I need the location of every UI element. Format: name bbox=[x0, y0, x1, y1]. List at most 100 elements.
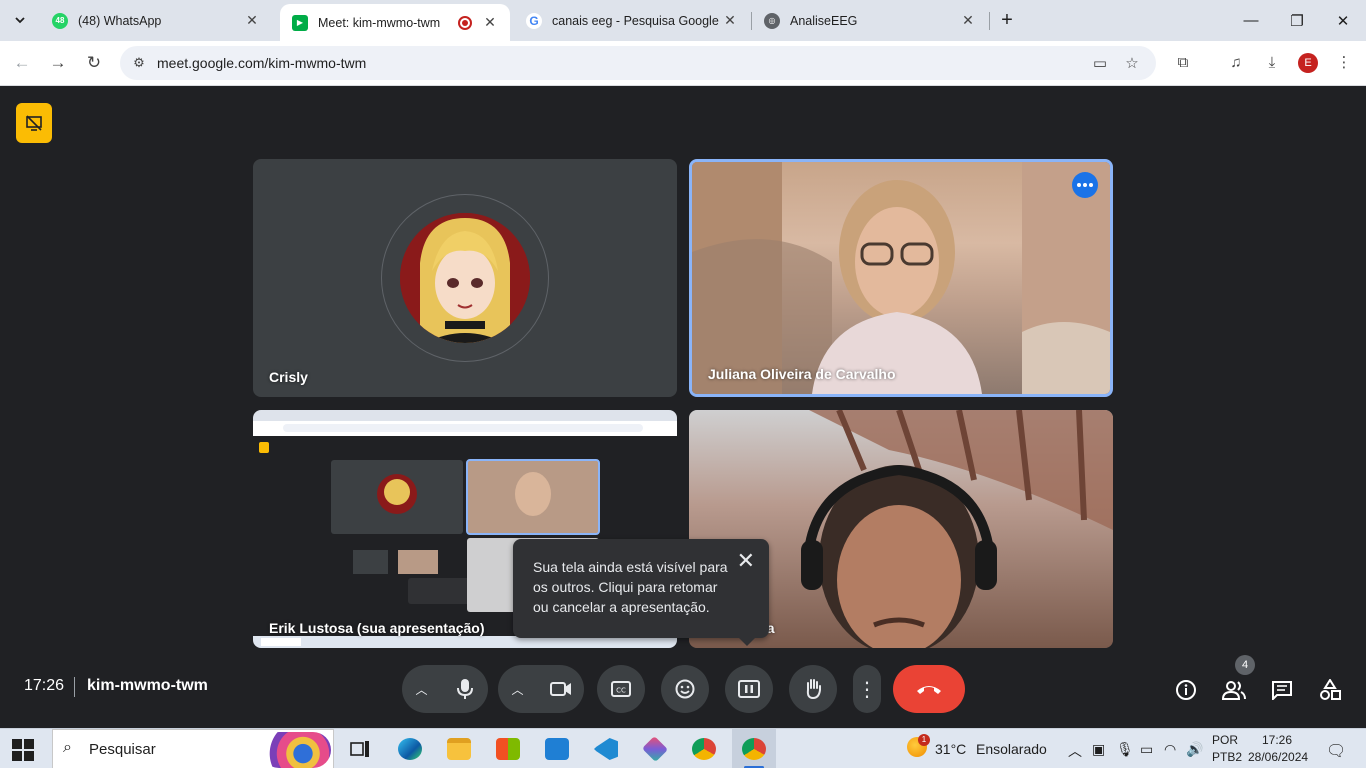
participant-name: Erik Lustosa (sua apresentação) bbox=[269, 620, 485, 636]
chrome-active-icon[interactable] bbox=[738, 733, 770, 765]
file-explorer-icon[interactable] bbox=[443, 733, 475, 765]
participant-count-badge: 4 bbox=[1235, 655, 1255, 675]
tab-meet[interactable]: ▶ Meet: kim-mwmo-twm ✕ bbox=[280, 4, 510, 41]
close-tab-icon[interactable]: ✕ bbox=[722, 12, 738, 29]
microsoft-store-icon[interactable] bbox=[492, 733, 524, 765]
tab-title: (48) WhatsApp bbox=[78, 13, 162, 28]
close-window-button[interactable]: ✕ bbox=[1320, 0, 1366, 41]
people-button[interactable] bbox=[1221, 677, 1247, 703]
wifi-icon[interactable]: ◠ bbox=[1164, 741, 1176, 758]
activities-button[interactable] bbox=[1317, 677, 1343, 703]
globe-icon: ◎ bbox=[764, 12, 780, 29]
battery-icon[interactable]: ▭ bbox=[1140, 741, 1153, 758]
start-button[interactable] bbox=[12, 739, 34, 761]
emoji-icon bbox=[675, 679, 695, 699]
leave-call-button[interactable] bbox=[893, 665, 965, 713]
media-control-icon[interactable]: ♫ bbox=[1225, 52, 1247, 74]
menu-kebab-icon[interactable]: ⋮ bbox=[1333, 52, 1355, 74]
close-tab-icon[interactable]: ✕ bbox=[960, 12, 976, 29]
raise-hand-button[interactable] bbox=[789, 665, 837, 713]
vscode-icon[interactable] bbox=[590, 733, 622, 765]
participant-name: Crisly bbox=[269, 369, 308, 385]
profile-avatar[interactable]: E bbox=[1298, 53, 1318, 73]
camera-button[interactable] bbox=[537, 665, 584, 713]
weather-desc[interactable]: Ensolarado bbox=[976, 741, 1047, 757]
task-view-icon[interactable] bbox=[344, 733, 376, 765]
reactions-button[interactable] bbox=[661, 665, 709, 713]
avatar bbox=[400, 213, 530, 343]
url-text[interactable]: meet.google.com/kim-mwmo-twm bbox=[157, 55, 366, 71]
notification-icon[interactable]: 🗨 bbox=[1326, 741, 1346, 761]
task-view-glyph bbox=[350, 741, 369, 757]
keyboard-layout[interactable]: PTB2 bbox=[1212, 750, 1242, 764]
tab-title: AnaliseEEG bbox=[790, 13, 858, 28]
git-app-icon[interactable] bbox=[639, 733, 671, 765]
camera-in-use-icon[interactable]: ▭ bbox=[1090, 54, 1110, 74]
close-tab-icon[interactable]: ✕ bbox=[244, 12, 260, 29]
meeting-details-icon[interactable] bbox=[1173, 677, 1199, 703]
address-bar[interactable]: ⚙ meet.google.com/kim-mwmo-twm ▭ ☆ bbox=[120, 46, 1156, 80]
hand-icon bbox=[806, 679, 821, 700]
weather-temp[interactable]: 31°C bbox=[935, 741, 966, 757]
extensions-icon[interactable]: ⧉ bbox=[1172, 52, 1194, 74]
kebab-icon: ⋮ bbox=[857, 678, 877, 701]
people-icon bbox=[1222, 681, 1246, 700]
restore-button[interactable]: ❐ bbox=[1274, 0, 1320, 41]
meet-stage: Crisly Juliana Oliveira de Carvalho Erik… bbox=[0, 87, 1366, 727]
closed-captions-icon: CC bbox=[611, 681, 631, 697]
chevron-down-icon bbox=[15, 17, 25, 24]
windows-taskbar: ⌕ Pesquisar 1 31°C Ensolarado ︿ ▣ 🎙 ▭ ◠ … bbox=[0, 728, 1366, 768]
participant-video bbox=[692, 162, 1110, 394]
more-options-button[interactable]: ⋮ bbox=[853, 665, 881, 713]
audio-options-chevron-icon[interactable]: ︿ bbox=[402, 681, 441, 698]
taskbar-time[interactable]: 17:26 bbox=[1262, 733, 1292, 747]
edge-icon[interactable] bbox=[394, 733, 426, 765]
tab-search-button[interactable] bbox=[8, 8, 32, 32]
back-button[interactable]: ← bbox=[9, 50, 35, 76]
captions-button[interactable]: CC bbox=[597, 665, 645, 713]
toast-message: Sua tela ainda está visível para os outr… bbox=[533, 559, 728, 615]
microphone-in-use-icon[interactable]: 🎙 bbox=[1116, 741, 1134, 758]
site-settings-icon[interactable]: ⚙ bbox=[130, 54, 148, 72]
shapes-icon bbox=[1320, 679, 1341, 700]
taskbar-search[interactable]: ⌕ Pesquisar bbox=[52, 729, 334, 768]
participant-tile-crisly[interactable]: Crisly bbox=[253, 159, 677, 397]
camera-control: ︿ bbox=[498, 665, 584, 713]
taskbar-date[interactable]: 28/06/2024 bbox=[1248, 750, 1308, 764]
minimize-button[interactable]: — bbox=[1228, 0, 1274, 41]
meeting-code: kim-mwmo-twm bbox=[87, 677, 208, 694]
chat-button[interactable] bbox=[1269, 677, 1295, 703]
reload-button[interactable]: ↻ bbox=[81, 50, 107, 76]
search-icon: ⌕ bbox=[63, 739, 72, 756]
new-tab-button[interactable]: + bbox=[996, 9, 1018, 31]
info-icon bbox=[1176, 680, 1196, 700]
download-icon[interactable]: ⤓ bbox=[1261, 52, 1283, 74]
video-options-chevron-icon[interactable]: ︿ bbox=[498, 681, 537, 698]
svg-text:CC: CC bbox=[616, 687, 626, 695]
presentation-reminder-toast[interactable]: Sua tela ainda está visível para os outr… bbox=[513, 539, 769, 646]
mail-icon[interactable] bbox=[541, 733, 573, 765]
close-tab-icon[interactable]: ✕ bbox=[482, 14, 498, 31]
forward-button[interactable]: → bbox=[45, 50, 71, 76]
participant-tile-juliana[interactable]: Juliana Oliveira de Carvalho bbox=[689, 159, 1113, 397]
weather-badge: 1 bbox=[918, 734, 930, 746]
present-now-button[interactable] bbox=[725, 665, 773, 713]
microphone-button[interactable] bbox=[441, 665, 488, 713]
presenting-badge[interactable] bbox=[16, 103, 52, 143]
chevron-up-icon[interactable]: ︿ bbox=[1068, 741, 1082, 761]
anime-avatar-image bbox=[400, 213, 530, 343]
input-language[interactable]: POR bbox=[1212, 733, 1238, 747]
volume-icon[interactable]: 🔊 bbox=[1186, 741, 1203, 758]
more-options-button[interactable] bbox=[1072, 172, 1098, 198]
bookmark-star-icon[interactable]: ☆ bbox=[1122, 54, 1142, 74]
chrome-icon[interactable] bbox=[688, 733, 720, 765]
meeting-clock: 17:26 bbox=[24, 677, 65, 694]
tab-google-search[interactable]: G canais eeg - Pesquisa Google ✕ bbox=[514, 0, 750, 41]
presentation-off-icon bbox=[26, 115, 42, 131]
tab-analise-eeg[interactable]: ◎ AnaliseEEG ✕ bbox=[752, 0, 988, 41]
tab-whatsapp[interactable]: 48 (48) WhatsApp ✕ bbox=[40, 0, 272, 41]
camera-in-use-icon[interactable]: ▣ bbox=[1092, 741, 1105, 758]
microphone-icon bbox=[456, 679, 473, 699]
close-icon[interactable]: ✕ bbox=[737, 550, 755, 572]
stop-presenting-icon bbox=[738, 680, 760, 698]
